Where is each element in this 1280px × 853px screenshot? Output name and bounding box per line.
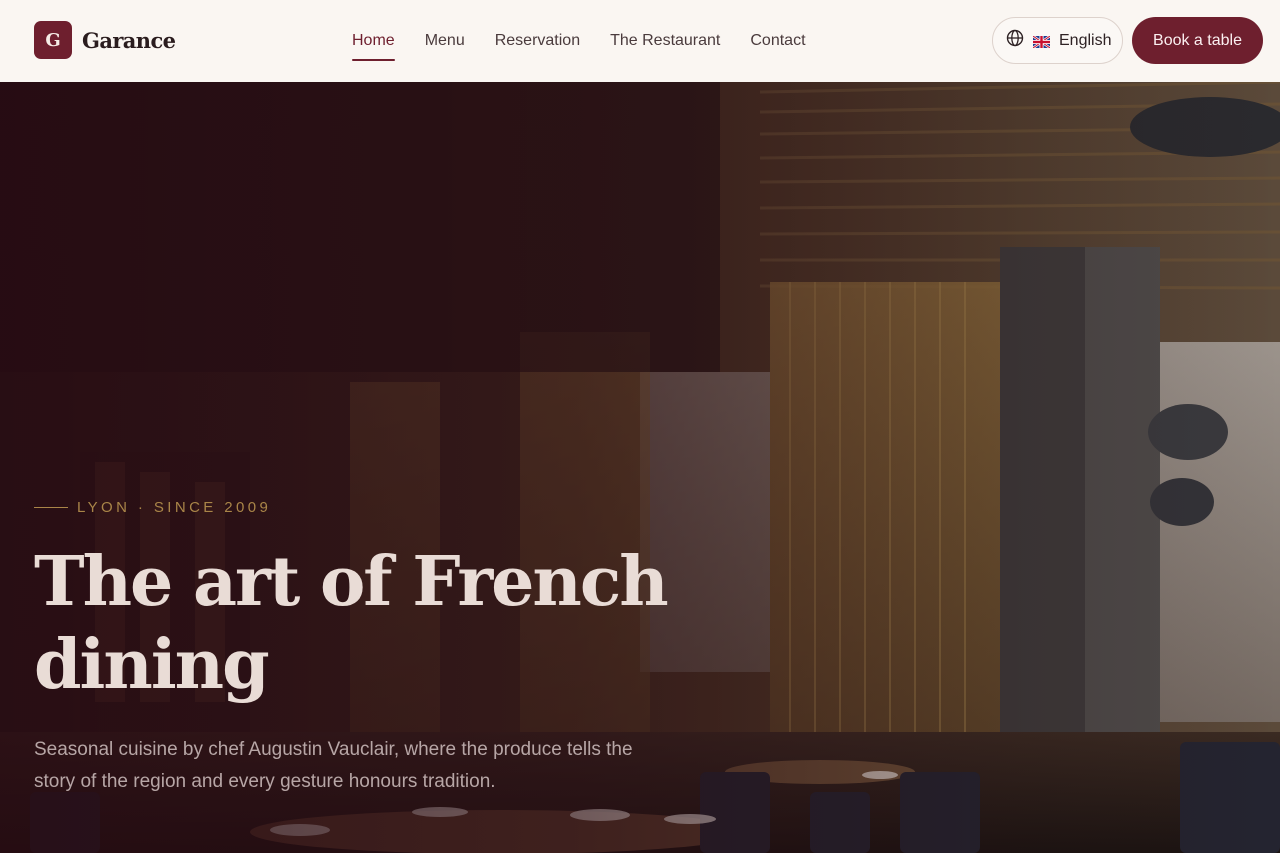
- site-header: G Garance Home Menu Reservation The Rest…: [0, 0, 1280, 82]
- hero-section: LYON · SINCE 2009 The art of French dini…: [0, 82, 1280, 853]
- uk-flag-icon: [1032, 34, 1051, 49]
- hero-subtitle: Seasonal cuisine by chef Augustin Vaucla…: [34, 739, 633, 792]
- logo-mark[interactable]: G: [34, 21, 72, 59]
- eyebrow-text: LYON · SINCE 2009: [77, 499, 272, 516]
- brand-name[interactable]: Garance: [82, 28, 176, 53]
- nav-item-reservation[interactable]: Reservation: [495, 30, 580, 52]
- eyebrow-divider: [34, 507, 68, 508]
- globe-icon: [1006, 29, 1024, 52]
- nav-item-menu[interactable]: Menu: [425, 30, 465, 52]
- hero-eyebrow: LYON · SINCE 2009: [34, 499, 271, 516]
- main-nav: Home Menu Reservation The Restaurant Con…: [352, 0, 836, 82]
- hero-title: The art of French dining: [34, 542, 669, 705]
- language-label: English: [1059, 31, 1112, 49]
- nav-item-home[interactable]: Home: [352, 30, 395, 61]
- book-table-button[interactable]: Book a table: [1132, 17, 1263, 64]
- language-selector[interactable]: English: [992, 17, 1123, 64]
- nav-item-contact[interactable]: Contact: [750, 30, 805, 52]
- brand[interactable]: G Garance: [34, 21, 176, 59]
- nav-item-the-restaurant[interactable]: The Restaurant: [610, 30, 720, 52]
